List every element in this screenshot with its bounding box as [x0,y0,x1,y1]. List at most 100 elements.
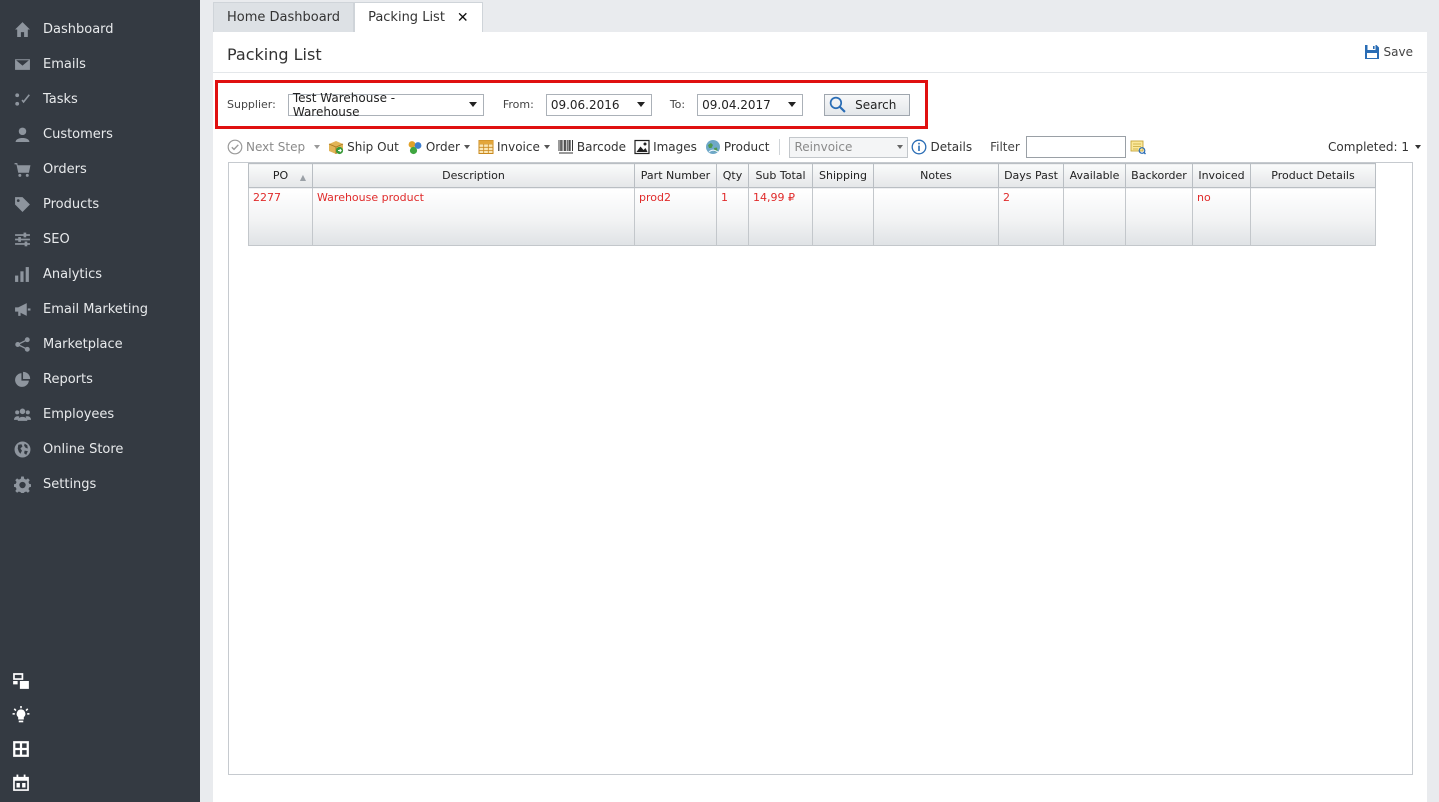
check-circle-icon [227,139,243,155]
close-icon[interactable]: ✕ [457,10,469,26]
completed-dropdown[interactable]: Completed: 1 [1328,140,1421,154]
column-header-shipping[interactable]: Shipping [812,163,874,188]
invoice-label: Invoice [496,140,540,154]
sidebar-item-label: Employees [43,407,115,422]
tab-home-dashboard[interactable]: Home Dashboard [213,2,355,32]
completed-label: Completed: 1 [1328,140,1409,154]
bar-chart-icon [12,267,32,283]
sidebar-item-analytics[interactable]: Analytics [0,257,200,292]
cell-notes[interactable] [873,187,999,246]
lightbulb-icon[interactable] [10,704,32,726]
invoice-button[interactable]: Invoice [478,139,550,155]
barcode-button[interactable]: Barcode [558,139,626,155]
reinvoice-select[interactable]: Reinvoice [789,136,909,158]
save-button[interactable]: Save [1364,44,1413,60]
order-balls-icon [408,141,422,155]
sidebar-item-label: Email Marketing [43,302,148,317]
sidebar-item-email-marketing[interactable]: Email Marketing [0,292,200,327]
order-button[interactable]: Order [407,139,470,155]
sidebar-item-online-store[interactable]: Online Store [0,432,200,467]
cell-po[interactable]: 2277 [248,187,313,246]
cell-backorder[interactable] [1125,187,1193,246]
sidebar-item-marketplace[interactable]: Marketplace [0,327,200,362]
product-button[interactable]: Product [705,139,770,155]
column-header-part-number[interactable]: Part Number [634,163,717,188]
cell-available[interactable] [1063,187,1126,246]
apply-filter-button[interactable] [1130,139,1149,155]
chevron-down-icon [543,145,550,149]
save-label: Save [1383,45,1413,59]
sliders-icon [12,232,32,248]
sidebar-item-employees[interactable]: Employees [0,397,200,432]
column-header-description[interactable]: Description [312,163,635,188]
cell-days-past[interactable]: 2 [998,187,1064,246]
sidebar-item-reports[interactable]: Reports [0,362,200,397]
tab-packing-list[interactable]: Packing List ✕ [354,2,483,32]
sidebar-item-dashboard[interactable]: Dashboard [0,12,200,47]
column-header-sub-total[interactable]: Sub Total [748,163,813,188]
sidebar-item-tasks[interactable]: Tasks [0,82,200,117]
cell-product-details[interactable] [1250,187,1376,246]
cell-qty[interactable]: 1 [716,187,749,246]
details-button[interactable]: Details [911,139,972,155]
globe-icon [12,441,32,458]
column-header-product-details[interactable]: Product Details [1250,163,1376,188]
search-button[interactable]: Search [824,93,911,116]
calculator-icon[interactable] [10,738,32,760]
sidebar-item-label: Settings [43,477,97,492]
share-icon [12,337,32,353]
column-header-invoiced[interactable]: Invoiced [1192,163,1251,188]
table-header-row: PO ▲ Description Part Number Qty Sub Tota… [248,163,1376,188]
table-row[interactable]: 2277 Warehouse product prod2 1 14,99 ₽ 2… [248,187,1376,246]
windows-icon[interactable] [10,670,32,692]
sidebar-bottom-tools [10,658,32,794]
column-header-qty[interactable]: Qty [716,163,749,188]
sidebar-item-orders[interactable]: Orders [0,152,200,187]
megaphone-icon [12,302,32,318]
toolbar: Next Step Ship Out Order Invoice Barcode… [227,136,1421,158]
supplier-label: Supplier: [227,98,276,111]
images-label: Images [653,140,697,154]
sidebar-item-label: SEO [43,232,70,247]
tab-label: Home Dashboard [227,10,341,25]
from-date-picker[interactable]: 09.06.2016 [545,93,652,116]
sidebar-item-products[interactable]: Products [0,187,200,222]
column-header-notes[interactable]: Notes [873,163,999,188]
chevron-down-icon [468,102,477,107]
calendar-icon[interactable] [10,772,32,794]
column-header-po[interactable]: PO ▲ [248,163,313,188]
sidebar-item-seo[interactable]: SEO [0,222,200,257]
info-icon [912,139,927,155]
gear-icon [12,476,32,493]
column-header-days-past[interactable]: Days Past [998,163,1064,188]
sidebar-item-label: Emails [43,57,86,72]
search-label: Search [855,97,897,112]
cell-sub-total[interactable]: 14,99 ₽ [748,187,813,246]
cell-description[interactable]: Warehouse product [312,187,635,246]
supplier-select[interactable]: Test Warehouse - Warehouse [287,91,484,119]
sidebar-item-customers[interactable]: Customers [0,117,200,152]
to-date-picker[interactable]: 09.04.2017 [697,93,804,116]
user-icon [12,127,32,143]
cell-part-number[interactable]: prod2 [634,187,717,246]
barcode-label: Barcode [576,140,627,154]
filter-input[interactable] [1025,136,1126,158]
cell-invoiced[interactable]: no [1192,187,1251,246]
images-button[interactable]: Images [634,139,697,155]
sidebar-item-settings[interactable]: Settings [0,467,200,502]
next-step-button[interactable]: Next Step [227,139,321,155]
from-date-value: 09.06.2016 [550,97,620,112]
sidebar-item-emails[interactable]: Emails [0,47,200,82]
column-header-available[interactable]: Available [1063,163,1126,188]
ship-out-label: Ship Out [347,140,399,154]
sidebar-item-label: Dashboard [43,22,114,37]
toolbar-divider [779,139,781,155]
tab-bar: Home Dashboard Packing List ✕ [213,2,483,32]
barcode-icon [558,140,573,154]
column-header-backorder[interactable]: Backorder [1125,163,1193,188]
tag-icon [12,197,32,213]
cell-shipping[interactable] [812,187,874,246]
product-label: Product [723,140,770,154]
ship-out-button[interactable]: Ship Out [328,139,399,155]
chevron-down-icon [636,102,645,107]
